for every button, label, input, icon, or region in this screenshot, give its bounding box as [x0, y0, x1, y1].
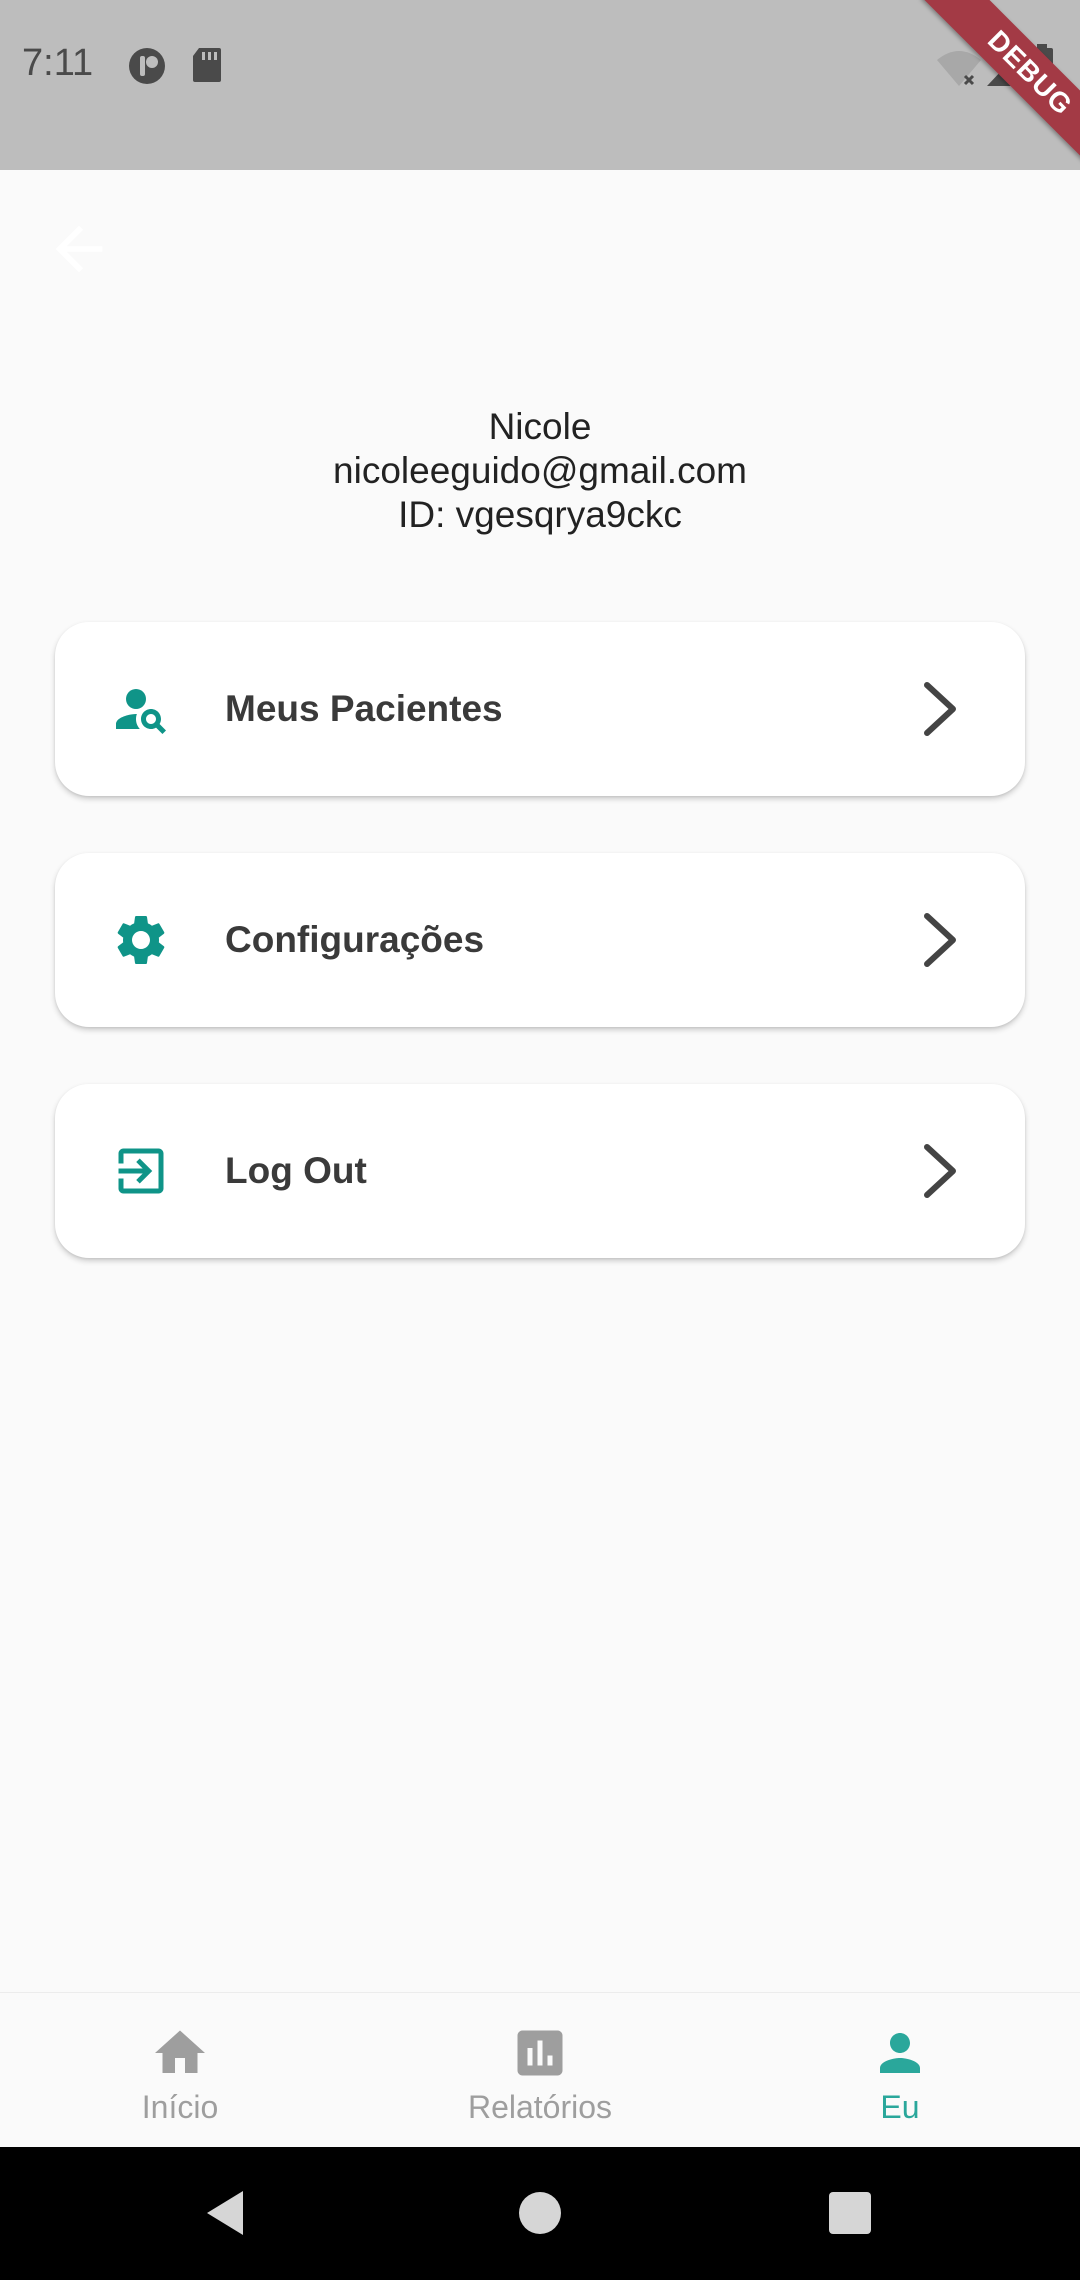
system-home-button[interactable] — [510, 2183, 570, 2243]
back-button[interactable] — [44, 214, 114, 284]
menu-item-label: Meus Pacientes — [225, 688, 503, 729]
nav-label: Eu — [880, 2089, 920, 2125]
square-recents-icon — [829, 2192, 871, 2234]
nav-item-eu[interactable]: Eu — [720, 1993, 1080, 2148]
profile-email: nicoleeguido@gmail.com — [333, 450, 747, 491]
chevron-right-icon — [919, 910, 963, 970]
nav-item-relatorios[interactable]: Relatórios — [360, 1993, 720, 2148]
menu-item-label: Configurações — [225, 919, 485, 960]
menu-item-configuracoes[interactable]: Configurações — [55, 853, 1025, 1027]
screen: 7:11 DEBUG Nicole nicoleeguido@gmail.com… — [0, 0, 1080, 2280]
menu-item-label: Log Out — [225, 1150, 367, 1191]
person-icon — [870, 2023, 930, 2083]
arrow-left-icon — [55, 225, 103, 273]
profile-id: ID: vgesqrya9ckc — [398, 494, 682, 535]
menu-item-log-out[interactable]: Log Out — [55, 1084, 1025, 1258]
bottom-navigation: Início Relatórios Eu — [0, 1992, 1080, 2147]
nav-label: Relatórios — [467, 2089, 613, 2125]
triangle-back-icon — [207, 2191, 243, 2235]
gear-icon — [111, 910, 171, 970]
system-navigation-bar — [0, 2147, 1080, 2280]
sd-card-icon — [191, 46, 223, 89]
nav-label: Início — [141, 2089, 219, 2125]
nav-item-inicio[interactable]: Início — [0, 1993, 360, 2148]
system-recents-button[interactable] — [820, 2183, 880, 2243]
menu-item-meus-pacientes[interactable]: Meus Pacientes — [55, 622, 1025, 796]
circle-home-icon — [519, 2192, 561, 2234]
status-bar: 7:11 DEBUG — [0, 0, 1080, 170]
chevron-right-icon — [919, 1141, 963, 1201]
status-time: 7:11 — [22, 42, 94, 84]
app-bar — [0, 170, 1080, 330]
system-back-button[interactable] — [195, 2183, 255, 2243]
chevron-right-icon — [919, 679, 963, 739]
login-icon — [111, 1141, 171, 1201]
home-icon — [150, 2023, 210, 2083]
bar-chart-icon — [510, 2023, 570, 2083]
app-notification-icon — [127, 46, 167, 91]
debug-label: DEBUG — [921, 0, 1080, 170]
debug-banner: DEBUG — [910, 0, 1080, 170]
person-search-icon — [111, 679, 171, 739]
profile-name: Nicole — [488, 406, 592, 447]
profile-info: Nicole nicoleeguido@gmail.com ID: vgesqr… — [0, 405, 1080, 537]
